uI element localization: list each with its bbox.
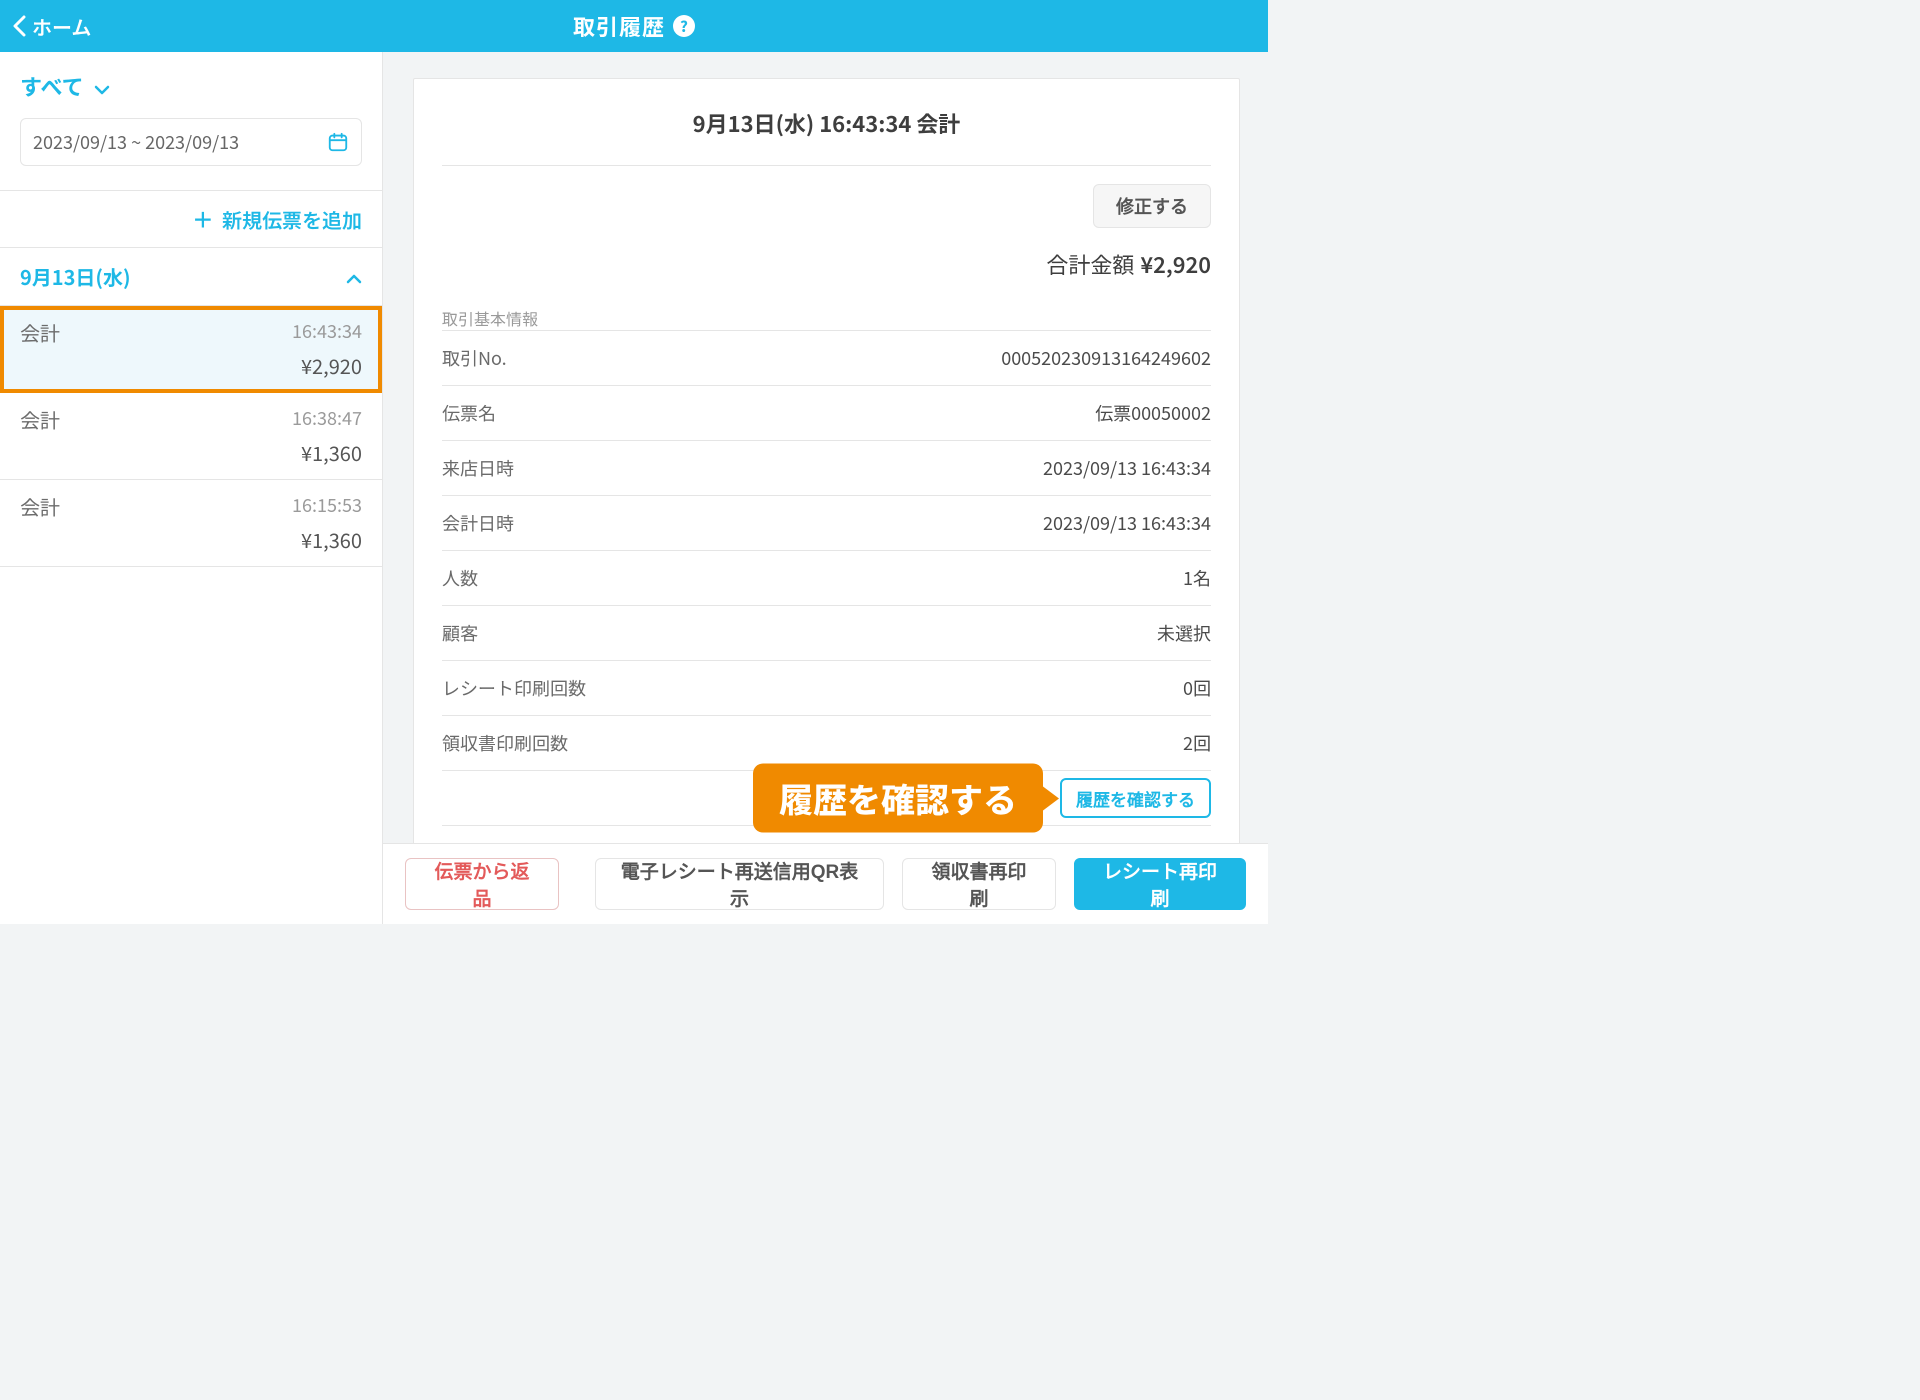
k: 会計日時 [442,510,514,536]
v: 伝票00050002 [1095,400,1211,426]
sidebar: すべて 2023/09/13 ~ 2023/09/13 ＋ 新規伝票を追加 9月… [0,52,383,924]
v: 2023/09/13 16:43:34 [1043,455,1211,481]
row-receipt-print-count: レシート印刷回数 0回 [442,660,1211,715]
tx-label: 会計 [20,492,60,521]
tx-time: 16:38:47 [292,405,362,434]
date-group-label: 9月13日(水) [20,262,131,291]
k: 人数 [442,565,478,591]
view-history-button[interactable]: 履歴を確認する [1060,778,1211,818]
page-title-wrap: 取引履歴 ? [573,10,695,42]
k: 来店日時 [442,455,514,481]
chevron-down-icon [94,71,110,103]
add-slip-button[interactable]: ＋ 新規伝票を追加 [0,191,382,248]
callout-tooltip: 履歴を確認する [753,764,1043,833]
filter-all[interactable]: すべて [20,70,110,102]
section-basic-label: 取引基本情報 [442,306,1211,330]
detail-pane: 9月13日(水) 16:43:34 会計 修正する 合計金額 ¥2,920 取引… [383,52,1268,924]
filter-label: すべて [20,70,84,102]
plus-icon: ＋ [192,203,214,235]
detail-title: 9月13日(水) 16:43:34 会計 [442,79,1211,165]
reprint-invoice-button[interactable]: 領収書再印刷 [902,858,1056,910]
tx-amount: ¥1,360 [301,438,362,467]
date-range-input[interactable]: 2023/09/13 ~ 2023/09/13 [20,118,362,166]
grand-total-label: 合計金額 [1046,248,1134,280]
v: 000520230913164249602 [1001,345,1211,371]
row-visit-time: 来店日時 2023/09/13 16:43:34 [442,440,1211,495]
tx-label: 会計 [20,318,60,347]
row-slip-name: 伝票名 伝票00050002 [442,385,1211,440]
row-customer: 顧客 未選択 [442,605,1211,660]
tx-amount: ¥2,920 [301,351,362,380]
help-icon[interactable]: ? [673,15,695,37]
row-transaction-no: 取引No. 000520230913164249602 [442,330,1211,385]
history-row: 履歴を確認する 履歴を確認する [442,770,1211,825]
back-label: ホーム [32,12,91,41]
v: 未選択 [1157,620,1211,646]
grand-total: 合計金額 ¥2,920 [442,228,1211,304]
grand-total-amount: ¥2,920 [1140,248,1211,280]
k: 伝票名 [442,400,496,426]
date-group-header[interactable]: 9月13日(水) [0,248,382,306]
return-from-slip-button[interactable]: 伝票から返品 [405,858,559,910]
transaction-list: 会計 16:43:34 ¥2,920 会計 16:38:47 ¥1,360 会計… [0,306,382,567]
k: 領収書印刷回数 [442,730,568,756]
resend-qr-button[interactable]: 電子レシート再送信用QR表示 [595,858,884,910]
footer-toolbar: 伝票から返品 電子レシート再送信用QR表示 領収書再印刷 レシート再印刷 [383,843,1268,924]
topbar: ホーム 取引履歴 ? [0,0,1268,52]
chevron-up-icon [346,262,362,291]
row-paid-time: 会計日時 2023/09/13 16:43:34 [442,495,1211,550]
reprint-receipt-button[interactable]: レシート再印刷 [1074,858,1246,910]
row-people: 人数 1名 [442,550,1211,605]
transaction-item[interactable]: 会計 16:15:53 ¥1,360 [0,480,382,567]
transaction-item[interactable]: 会計 16:43:34 ¥2,920 [0,306,382,393]
v: 0回 [1183,675,1211,701]
transaction-item[interactable]: 会計 16:38:47 ¥1,360 [0,393,382,480]
k: レシート印刷回数 [442,675,586,701]
v: 2023/09/13 16:43:34 [1043,510,1211,536]
tx-time: 16:15:53 [292,492,362,521]
tx-time: 16:43:34 [292,318,362,347]
tx-amount: ¥1,360 [301,525,362,554]
v: 1名 [1183,565,1211,591]
row-invoice-print-count: 領収書印刷回数 2回 [442,715,1211,770]
chevron-left-icon [12,15,26,37]
tx-label: 会計 [20,405,60,434]
back-home[interactable]: ホーム [12,0,91,52]
calendar-icon [327,131,349,153]
k: 顧客 [442,620,478,646]
v: 2回 [1183,730,1211,756]
date-range-value: 2023/09/13 ~ 2023/09/13 [33,129,239,155]
k: 取引No. [442,345,507,371]
add-slip-label: 新規伝票を追加 [222,205,362,234]
page-title: 取引履歴 [573,10,665,42]
edit-button[interactable]: 修正する [1093,184,1211,228]
